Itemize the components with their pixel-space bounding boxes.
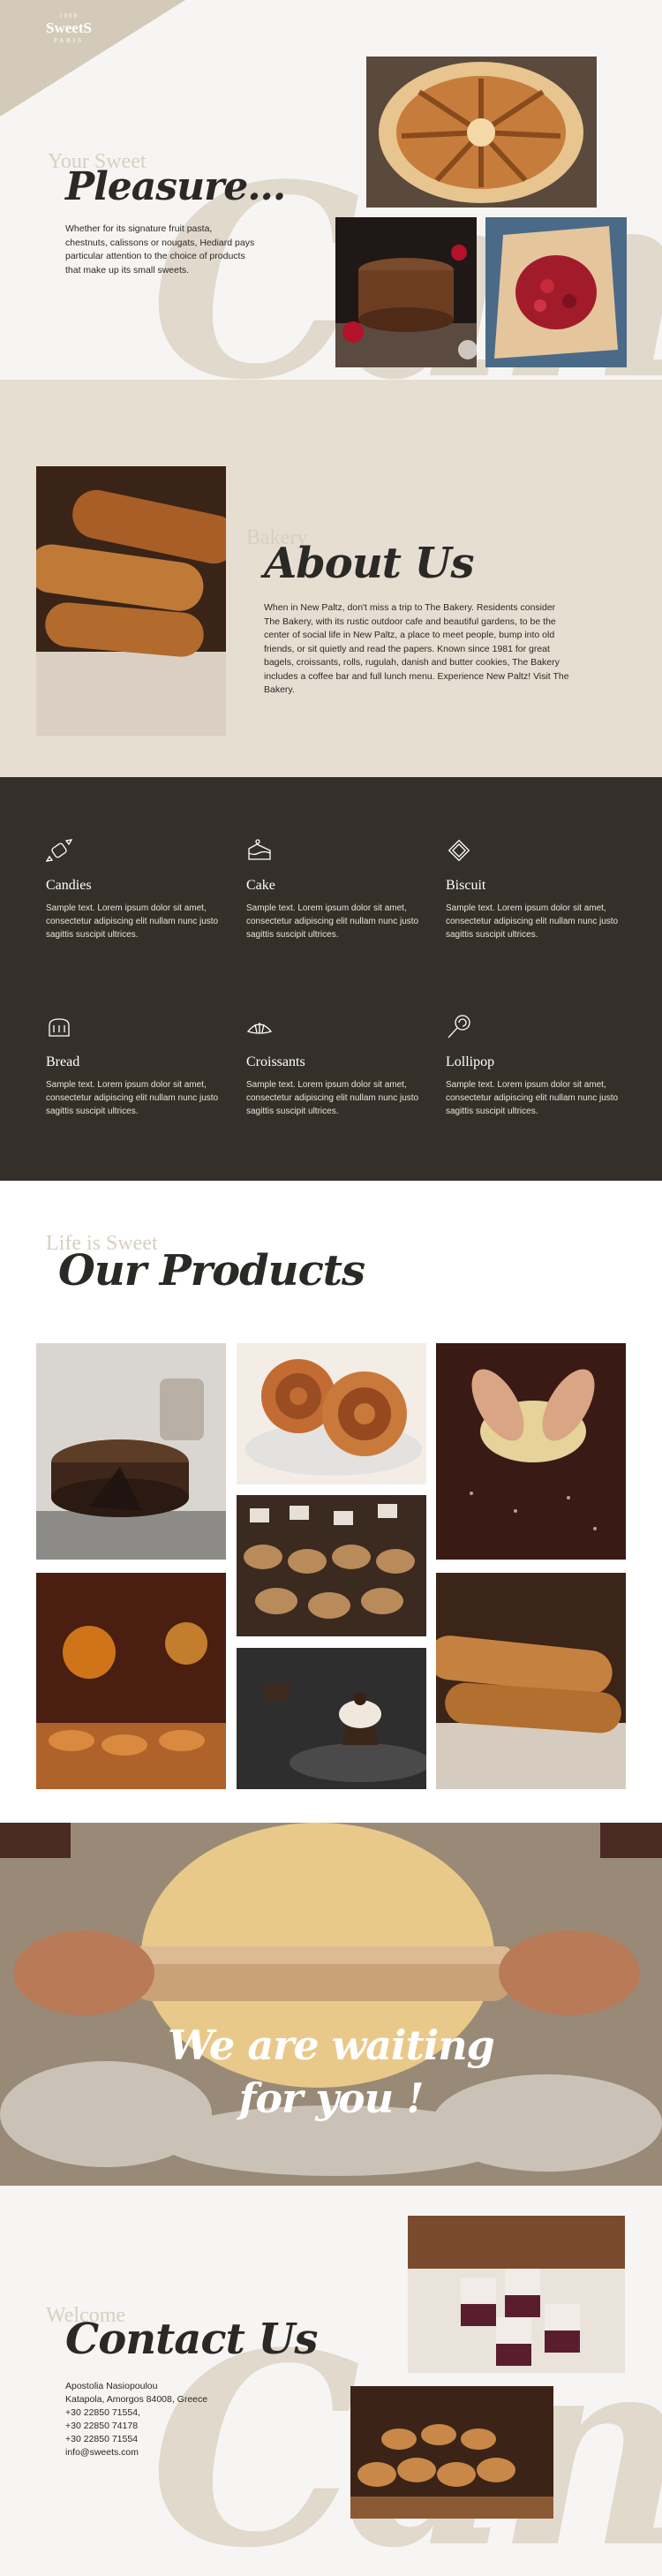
feature-title: Bread [46, 1054, 80, 1069]
contact-name: Apostolia Nasiopoulou [65, 2381, 158, 2391]
feature-text: Sample text. Lorem ipsum dolor sit amet,… [246, 903, 419, 940]
hero-text: Whether for its signature fruit pasta, c… [65, 223, 255, 276]
rolling-dough-photo [0, 1823, 662, 2186]
feature-candies: Candies Sample text. Lorem ipsum dolor s… [46, 837, 231, 941]
bread-icon [49, 1018, 70, 1037]
feature-text: Sample text. Lorem ipsum dolor sit amet,… [46, 1080, 219, 1116]
waiting-line-2: for you ! [238, 2074, 425, 2122]
candy-icon [46, 839, 72, 862]
croissant-icon [246, 1023, 273, 1034]
feature-cake: Cake Sample text. Lorem ipsum dolor sit … [246, 837, 432, 941]
cups-dessert-photo [408, 2216, 625, 2373]
about-text: When in New Paltz, don't miss a trip to … [264, 602, 569, 695]
feature-biscuit: Biscuit Sample text. Lorem ipsum dolor s… [446, 837, 631, 941]
feature-text: Sample text. Lorem ipsum dolor sit amet,… [46, 903, 219, 940]
berry-pie-photo [485, 217, 627, 367]
contact-email[interactable]: info@sweets.com [65, 2446, 207, 2459]
product-cupcake-photo[interactable] [237, 1648, 426, 1789]
product-cinnamon-rolls-photo[interactable] [237, 1343, 426, 1484]
biscuit-icon [448, 839, 470, 862]
feature-lollipop: Lollipop Sample text. Lorem ipsum dolor … [446, 1014, 631, 1118]
cake-icon [248, 839, 271, 860]
feature-title: Candies [46, 878, 92, 893]
lollipop-icon [448, 1015, 470, 1039]
waiting-line-1: We are waiting [168, 2021, 495, 2069]
waiting-title: We are waiting for you ! [0, 2019, 662, 2125]
brand-city: PARIS [53, 37, 85, 44]
feature-text: Sample text. Lorem ipsum dolor sit amet,… [246, 1080, 419, 1116]
product-dough-photo[interactable] [436, 1343, 626, 1560]
feature-text: Sample text. Lorem ipsum dolor sit amet,… [446, 903, 619, 940]
contact-phone-3[interactable]: +30 22850 71554 [65, 2433, 207, 2446]
products-section: Life is Sweet Our Products [0, 1181, 662, 1823]
brand-logo[interactable]: 1990 SweetS PARIS [34, 12, 104, 44]
contact-address: Katapola, Amorgos 84008, Greece [65, 2394, 208, 2405]
contact-phone-1[interactable]: +30 22850 71554, [65, 2406, 207, 2420]
products-title: Our Products [58, 1246, 365, 1296]
feature-bread: Bread Sample text. Lorem ipsum dolor sit… [46, 1014, 231, 1118]
tart-photo [366, 57, 597, 208]
product-cake-photo[interactable] [36, 1343, 226, 1560]
product-bakery-shop-photo[interactable] [36, 1573, 226, 1789]
waiting-banner: We are waiting for you ! [0, 1823, 662, 2186]
contact-phone-2[interactable]: +30 22850 74178 [65, 2420, 207, 2433]
contact-section: Cand Welcome Contact Us Apostolia Nasiop… [0, 2186, 662, 2576]
hero-title: Pleasure... [65, 164, 286, 209]
about-section: Bakery About Us When in New Paltz, don't… [0, 380, 662, 777]
feature-title: Lollipop [446, 1054, 495, 1069]
feature-title: Cake [246, 878, 275, 893]
feature-text: Sample text. Lorem ipsum dolor sit amet,… [446, 1080, 619, 1116]
baguette-photo [36, 466, 226, 736]
about-title: About Us [264, 539, 474, 588]
brand-year: 1990 [59, 12, 79, 19]
chocolate-cake-photo [335, 217, 477, 367]
product-breads-display-photo[interactable] [237, 1495, 426, 1636]
contact-details: Apostolia Nasiopoulou Katapola, Amorgos … [65, 2380, 207, 2459]
features-section: Candies Sample text. Lorem ipsum dolor s… [0, 777, 662, 1181]
feature-title: Croissants [246, 1054, 305, 1069]
brand-name: SweetS [46, 19, 92, 36]
hero-section: Cand 1990 SweetS PARIS Your Sweet Pleasu… [0, 0, 662, 380]
cookies-tray-photo [350, 2386, 553, 2519]
product-baguettes-photo[interactable] [436, 1573, 626, 1789]
feature-croissants: Croissants Sample text. Lorem ipsum dolo… [246, 1014, 432, 1118]
feature-title: Biscuit [446, 878, 486, 893]
contact-title: Contact Us [65, 2315, 318, 2364]
